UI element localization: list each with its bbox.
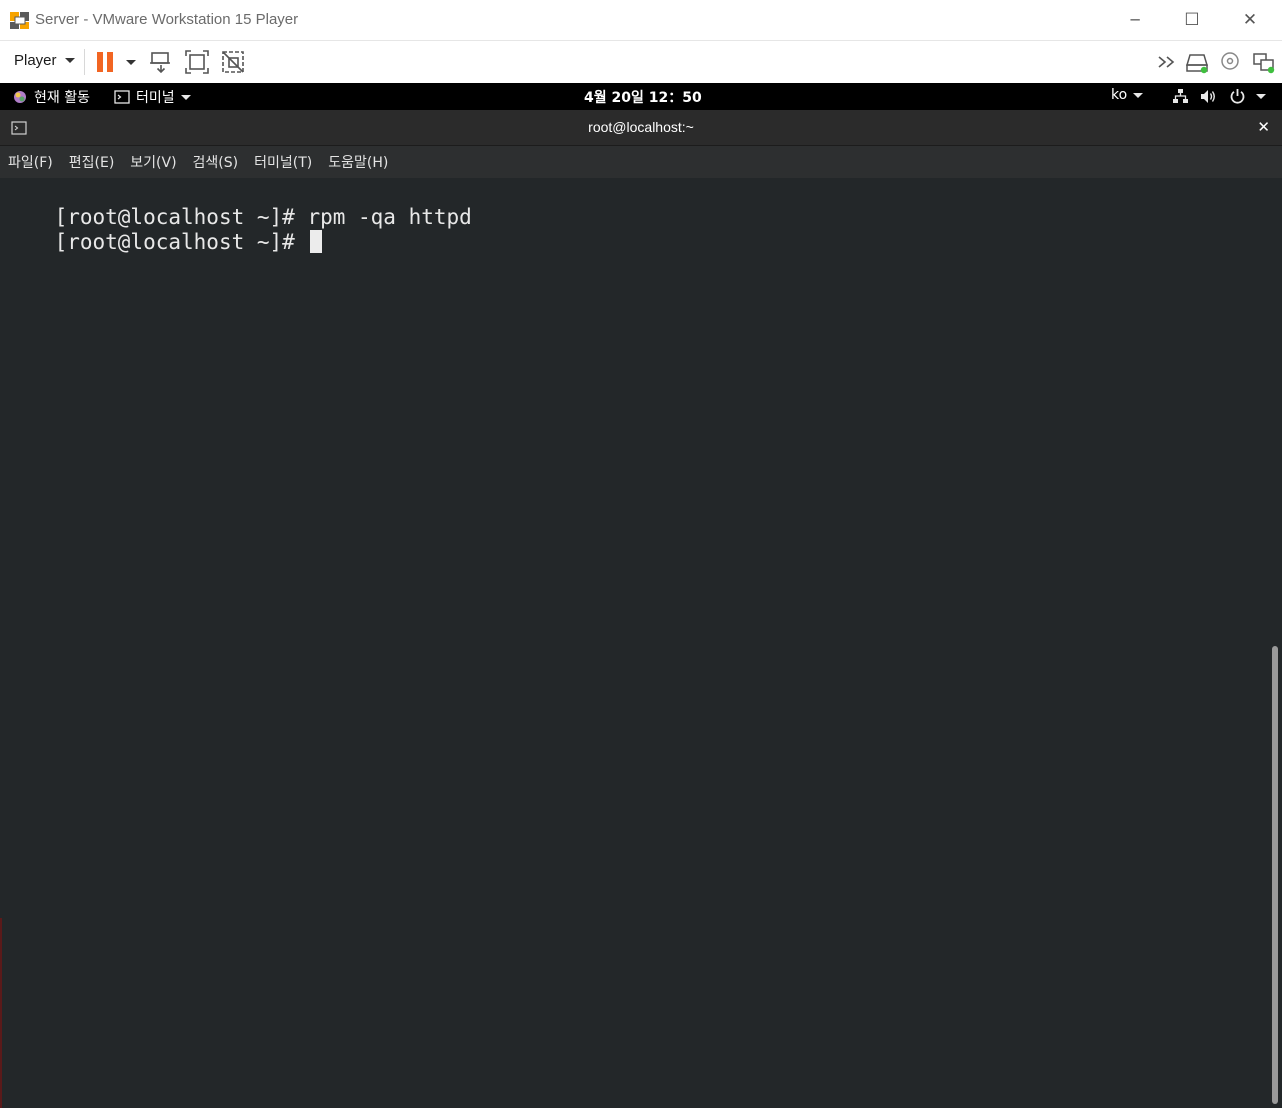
gnome-top-bar: 현재 활동 터미널 4월 20일 12：50 ko bbox=[0, 83, 1282, 110]
pause-dropdown-icon[interactable] bbox=[126, 60, 136, 65]
app-menu-label: 터미널 bbox=[136, 90, 175, 106]
clock[interactable]: 4월 20일 12：50 bbox=[584, 87, 702, 107]
terminal-title: root@localhost:~ bbox=[588, 119, 694, 135]
player-menu-label: Player bbox=[14, 52, 57, 69]
terminal-headerbar: root@localhost:~ ✕ bbox=[0, 110, 1282, 146]
terminal-line-text: [root@localhost ~]# bbox=[54, 230, 308, 254]
app-menu-terminal[interactable]: 터미널 bbox=[114, 87, 191, 107]
menu-file[interactable]: 파일(F) bbox=[8, 152, 53, 172]
terminal-menubar: 파일(F) 편집(E) 보기(V) 검색(S) 터미널(T) 도움말(H) bbox=[0, 146, 1282, 178]
menu-search[interactable]: 검색(S) bbox=[193, 152, 239, 172]
maximize-button[interactable]: ☐ bbox=[1163, 0, 1221, 40]
pause-icon[interactable] bbox=[94, 49, 120, 75]
maximize-icon: ☐ bbox=[1184, 10, 1200, 30]
gnome-activities-icon bbox=[14, 91, 26, 103]
minimize-button[interactable]: ─ bbox=[1106, 0, 1164, 40]
terminal-close-button[interactable]: ✕ bbox=[1257, 118, 1270, 136]
scrollbar-thumb[interactable] bbox=[1272, 646, 1278, 1104]
chevron-down-icon bbox=[1133, 92, 1144, 98]
close-button[interactable]: ✕ bbox=[1221, 0, 1279, 40]
close-icon: ✕ bbox=[1242, 10, 1258, 30]
window-titlebar: Server - VMware Workstation 15 Player ─ … bbox=[0, 0, 1282, 40]
menu-view[interactable]: 보기(V) bbox=[130, 152, 176, 172]
window-title: Server - VMware Workstation 15 Player bbox=[35, 11, 299, 28]
terminal-line: [root@localhost ~]# bbox=[4, 205, 323, 280]
toolbar-divider bbox=[84, 49, 85, 75]
network-icon[interactable] bbox=[1172, 88, 1189, 105]
power-icon[interactable] bbox=[1229, 88, 1246, 105]
window-edge bbox=[0, 918, 2, 1108]
volume-icon[interactable] bbox=[1200, 88, 1218, 105]
chevron-down-icon bbox=[64, 58, 75, 63]
menu-help[interactable]: 도움말(H) bbox=[328, 152, 388, 172]
network-adapter-icon[interactable] bbox=[1251, 49, 1277, 75]
input-method-menu[interactable]: ko bbox=[1111, 87, 1144, 103]
terminal-app-icon bbox=[114, 90, 130, 104]
menu-edit[interactable]: 편집(E) bbox=[69, 152, 115, 172]
fullscreen-icon[interactable] bbox=[184, 49, 210, 75]
activities-label: 현재 활동 bbox=[34, 90, 90, 106]
minimize-icon: ─ bbox=[1130, 11, 1140, 29]
text-cursor bbox=[310, 230, 323, 253]
vmware-toolbar: Player bbox=[0, 40, 1282, 83]
unity-mode-icon[interactable] bbox=[220, 49, 246, 75]
vmware-logo-icon bbox=[10, 12, 29, 29]
cd-dvd-icon[interactable] bbox=[1218, 49, 1244, 75]
send-ctrl-alt-del-icon[interactable] bbox=[148, 49, 174, 75]
chevron-down-icon bbox=[180, 94, 191, 100]
input-method-label: ko bbox=[1111, 87, 1128, 103]
hard-disk-icon[interactable] bbox=[1185, 49, 1211, 75]
player-menu-button[interactable]: Player bbox=[14, 52, 75, 69]
activities-button[interactable]: 현재 활동 bbox=[12, 87, 90, 107]
close-icon: ✕ bbox=[1257, 118, 1270, 136]
menu-terminal[interactable]: 터미널(T) bbox=[254, 152, 312, 172]
more-devices-icon[interactable] bbox=[1155, 49, 1181, 75]
system-menu-chevron-icon[interactable] bbox=[1256, 94, 1266, 99]
clock-label: 4월 20일 12：50 bbox=[584, 90, 702, 106]
terminal-output[interactable]: [root@localhost ~]# rpm -qa httpd [root@… bbox=[0, 178, 1282, 1108]
